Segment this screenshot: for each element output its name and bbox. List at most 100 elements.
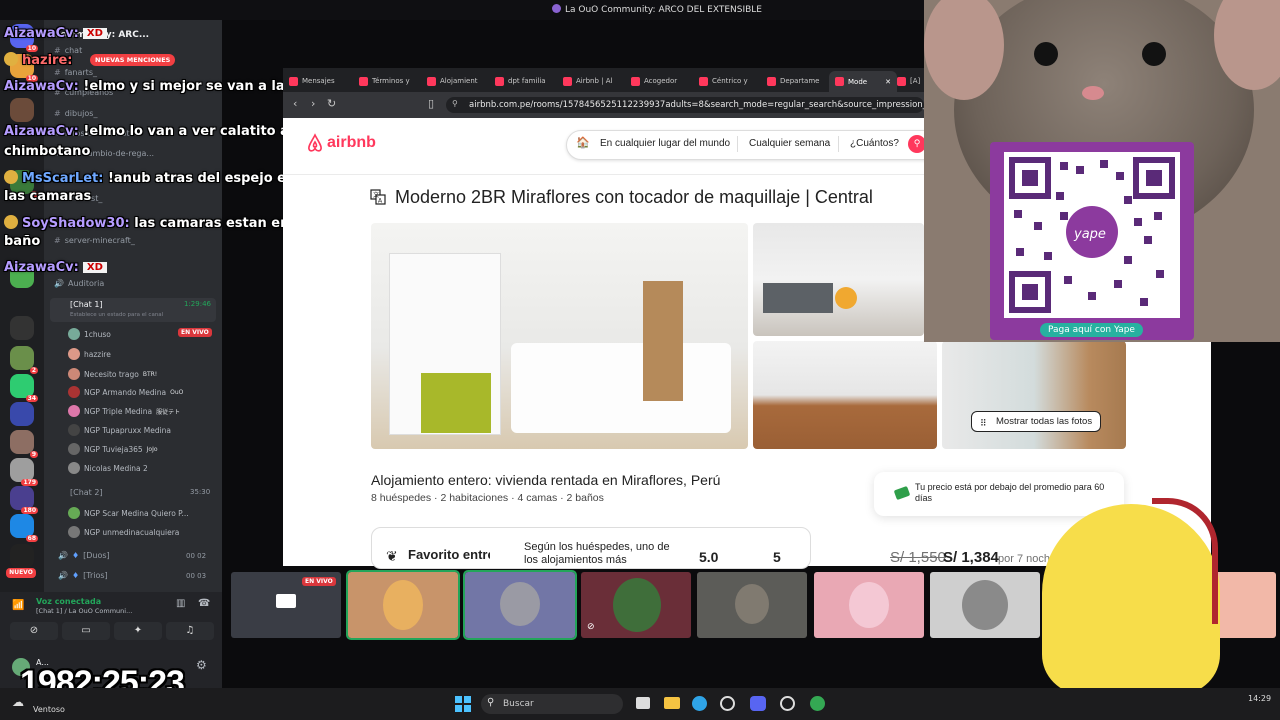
new-mentions-pill[interactable]: NUEVAS MENCIONES xyxy=(90,54,176,66)
server-icon-10[interactable]: 9 xyxy=(10,430,38,458)
search-where[interactable]: En cualquier lugar del mundo xyxy=(600,138,730,149)
voice-user[interactable]: Necesito trago BTR! xyxy=(68,368,157,380)
server-icon-9[interactable] xyxy=(10,402,34,426)
signal-icon[interactable]: 📶 xyxy=(12,600,24,611)
sofa xyxy=(763,283,833,313)
channel-server-minecraft[interactable]: # server-minecraft_ xyxy=(54,236,135,245)
listing-details: 8 huéspedes · 2 habitaciones · 4 camas ·… xyxy=(371,492,604,504)
avatar xyxy=(68,386,80,398)
tab-terminos[interactable]: Términos y xyxy=(359,73,410,89)
task-view-icon[interactable] xyxy=(636,697,650,709)
guest-favorite-label: Favorito entre huéspedes xyxy=(408,547,490,562)
avatar xyxy=(68,462,80,474)
server-icon-12[interactable]: 180 xyxy=(10,486,38,514)
disconnect-icon[interactable]: ☎ xyxy=(198,598,210,609)
server-icon-14[interactable] xyxy=(10,544,34,568)
activities-button[interactable]: ✦ xyxy=(114,622,162,640)
tab-mensajes[interactable]: Mensajes xyxy=(289,73,335,89)
call-tile-user[interactable] xyxy=(346,570,460,640)
voice-user[interactable]: NGP Tupapruxx Medina xyxy=(68,424,171,436)
muted-icon: ⊘ xyxy=(587,622,595,632)
airbnb-favicon xyxy=(767,76,776,86)
weather-icon[interactable]: ☁ xyxy=(12,695,24,709)
server-icon-6[interactable] xyxy=(10,316,34,340)
voice-status-hint[interactable]: Establece un estado para el canal xyxy=(70,312,163,318)
screen-share-button[interactable]: ▭ xyxy=(62,622,110,640)
tab-label: Mode xyxy=(848,77,868,86)
qr-code: yape xyxy=(1004,152,1180,318)
back-icon[interactable]: ‹ xyxy=(293,97,297,110)
new-servers-badge[interactable]: NUEVO xyxy=(6,568,36,578)
voice-user[interactable]: NGP Armando Medina OuO xyxy=(68,386,183,398)
forward-icon[interactable]: › xyxy=(311,97,315,110)
airbnb-favicon xyxy=(699,76,708,86)
voice-location[interactable]: [Chat 1] / La OuO Communi... xyxy=(36,607,132,615)
tab-dpt-familia[interactable]: dpt familia xyxy=(495,73,546,89)
listing-photo-main[interactable] xyxy=(371,223,748,449)
tab-airbnb[interactable]: Airbnb | Al xyxy=(563,73,612,89)
voice-user[interactable]: NGP Scar Medina Quiero P... xyxy=(68,507,189,519)
chrome-icon[interactable] xyxy=(810,696,825,711)
call-tile-user[interactable] xyxy=(814,572,924,638)
listing-photo-living[interactable] xyxy=(753,223,924,336)
close-tab-icon[interactable]: ✕ xyxy=(885,78,891,86)
divider xyxy=(737,136,738,152)
weather-label[interactable]: Ventoso xyxy=(33,705,65,714)
discord-icon[interactable] xyxy=(750,696,766,711)
channel-fanarts[interactable]: # fanarts_ xyxy=(54,68,97,77)
laurel-icon: ❦ xyxy=(386,549,398,565)
chat-username: AizawaCv: xyxy=(4,124,79,139)
url-text[interactable]: airbnb.com.pe/rooms/1578456525112239937a… xyxy=(469,100,978,110)
app-icon[interactable] xyxy=(720,696,735,711)
voice-channel-name: [Chat 1] xyxy=(70,300,103,309)
noise-suppression-icon[interactable]: ▥ xyxy=(176,598,185,609)
camera-off-button[interactable]: ⊘ xyxy=(10,622,58,640)
voice-user[interactable]: 1chuso xyxy=(68,328,111,340)
review-count[interactable]: 5 xyxy=(773,549,781,565)
voice-channel-duos[interactable]: 🔊 ♦ [Duos] xyxy=(58,551,110,560)
airbnb-logo[interactable]: airbnb xyxy=(306,133,376,153)
server-icon-13[interactable]: 68 xyxy=(10,514,38,542)
server-icon-11[interactable]: 179 xyxy=(10,458,38,486)
listing-photo-kitchen[interactable] xyxy=(753,341,937,449)
server-icon-3[interactable] xyxy=(10,98,34,122)
clock[interactable]: 14:29 xyxy=(1248,694,1271,703)
voice-user[interactable]: Nicolas Medina 2 xyxy=(68,462,148,474)
edge-icon[interactable] xyxy=(692,696,707,711)
windows-start-icon[interactable] xyxy=(455,696,471,712)
soundboard-button[interactable]: ♫ xyxy=(166,622,214,640)
bookmark-icon[interactable]: ▯ xyxy=(428,97,434,110)
voice-user[interactable]: NGP Tuvieja365 JoJo xyxy=(68,443,158,455)
channel-dibujos[interactable]: # dibujos_ xyxy=(54,109,97,118)
voice-channel-chat2[interactable]: [Chat 2] xyxy=(70,488,103,497)
show-all-photos-button[interactable]: ⠿ Mostrar todas las fotos xyxy=(971,411,1102,432)
channel-auditoria[interactable]: 🔊 Auditoria xyxy=(54,279,104,288)
call-tile-user[interactable]: ⊘ xyxy=(581,572,691,638)
tab-a[interactable]: [A] xyxy=(897,73,920,89)
voice-user[interactable]: NGP Triple Medina 服従テト xyxy=(68,405,180,417)
search-when[interactable]: Cualquier semana xyxy=(749,138,830,149)
steam-icon[interactable] xyxy=(780,696,795,711)
call-tile-user[interactable] xyxy=(463,570,577,640)
listing-subtitle: Alojamiento entero: vivienda rentada en … xyxy=(371,472,721,488)
tab-moderno-active[interactable]: Mode ✕ xyxy=(829,71,897,92)
server-icon-8[interactable]: 34 xyxy=(10,374,38,402)
listing-photo-bathroom[interactable] xyxy=(942,341,1126,449)
live-badge: EN VIVO xyxy=(302,577,336,586)
call-tile-user[interactable] xyxy=(697,572,807,638)
voice-user[interactable]: hazzire xyxy=(68,348,111,360)
tab-centrico[interactable]: Céntrico y xyxy=(699,73,748,89)
settings-gear-icon[interactable]: ⚙ xyxy=(196,658,207,672)
search-who[interactable]: ¿Cuántos? xyxy=(850,138,899,149)
divider xyxy=(838,136,839,152)
call-tile-user[interactable] xyxy=(930,572,1040,638)
tab-acogedor[interactable]: Acogedor xyxy=(631,73,677,89)
voice-user[interactable]: NGP unmedinacualquiera xyxy=(68,526,179,538)
site-info-icon[interactable]: ⚲ xyxy=(452,99,458,108)
voice-channel-trios[interactable]: 🔊 ♦ [Trios] xyxy=(58,571,108,580)
tab-departamento[interactable]: Departame xyxy=(767,73,819,89)
reload-icon[interactable]: ↻ xyxy=(327,97,336,110)
server-icon-7[interactable]: 2 xyxy=(10,346,38,374)
file-explorer-icon[interactable] xyxy=(664,697,680,709)
tab-alojamiento[interactable]: Alojamient xyxy=(427,73,478,89)
